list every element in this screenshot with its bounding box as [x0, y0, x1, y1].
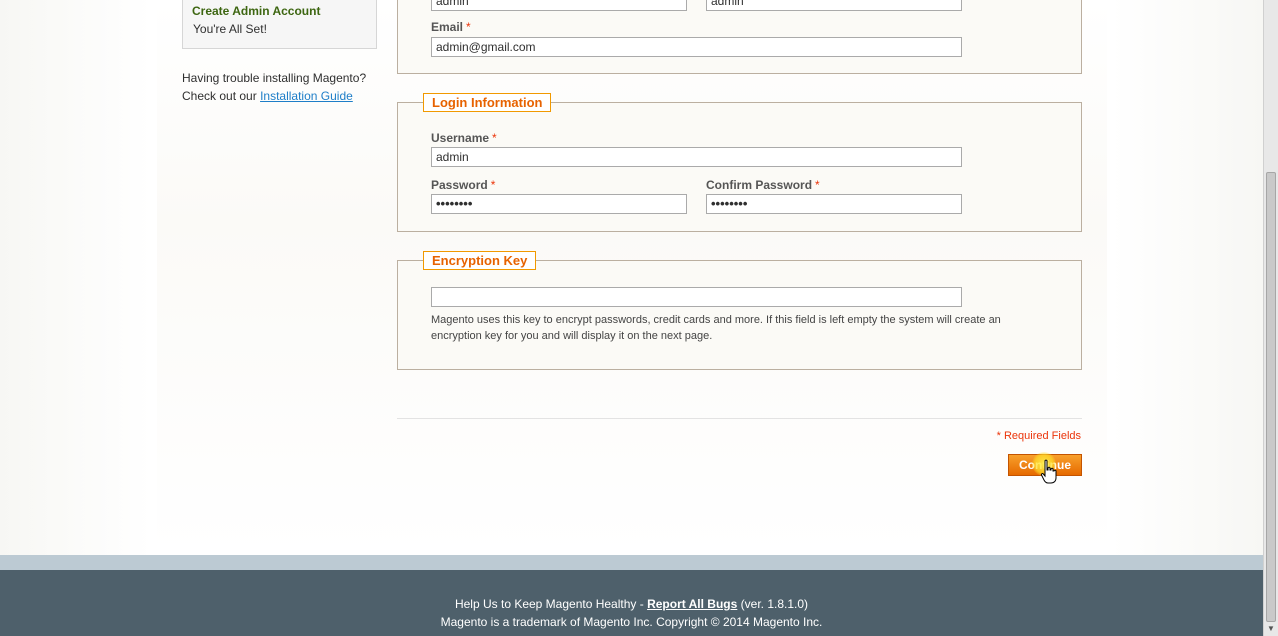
login-information-fieldset: Login Information Username * admin Passwo… [397, 93, 1082, 232]
report-bugs-link[interactable]: Report All Bugs [647, 597, 737, 611]
password-input[interactable]: •••••••• [431, 194, 687, 214]
step-all-set: You're All Set! [193, 22, 267, 36]
help-text: Having trouble installing Magento? Check… [182, 69, 382, 105]
required-marker: * [466, 20, 471, 34]
required-marker: * [492, 131, 497, 145]
encryption-key-input[interactable] [431, 287, 962, 307]
encryption-key-fieldset: Encryption Key Magento uses this key to … [397, 251, 1082, 370]
first-name-input[interactable]: admin [431, 0, 687, 11]
step-create-admin-account: Create Admin Account [192, 4, 321, 18]
password-label-text: Password [431, 178, 488, 192]
vertical-scrollbar[interactable]: ▼ [1263, 0, 1278, 636]
email-input[interactable]: admin@gmail.com [431, 37, 962, 57]
help-prefix: Check out our [182, 89, 257, 103]
help-line-2: Check out our Installation Guide [182, 87, 382, 105]
email-label-text: Email [431, 20, 464, 34]
username-input[interactable]: admin [431, 147, 962, 167]
confirm-password-input[interactable]: •••••••• [706, 194, 962, 214]
installation-guide-link[interactable]: Installation Guide [260, 89, 353, 103]
required-marker: * [815, 178, 820, 192]
footer-help-line: Help Us to Keep Magento Healthy - Report… [0, 597, 1263, 611]
footer-version: (ver. 1.8.1.0) [737, 597, 809, 611]
login-information-legend: Login Information [423, 93, 552, 112]
confirm-password-label-text: Confirm Password [706, 178, 813, 192]
email-label: Email * [431, 20, 471, 34]
required-marker: * [490, 178, 496, 192]
encryption-key-note: Magento uses this key to encrypt passwor… [431, 314, 1001, 342]
last-name-input[interactable]: admin [706, 0, 962, 11]
password-label: Password * [431, 178, 495, 192]
personal-information-fieldset: admin admin Email * admin@gmail.com [397, 0, 1082, 74]
footer-trademark: Magento is a trademark of Magento Inc. C… [440, 615, 823, 629]
encryption-key-legend: Encryption Key [423, 251, 537, 270]
confirm-password-label: Confirm Password * [706, 178, 820, 192]
username-label-text: Username [431, 131, 490, 145]
scrollbar-thumb[interactable] [1266, 172, 1276, 622]
form-divider [397, 418, 1082, 419]
required-fields-note: * Required Fields [996, 430, 1081, 442]
footer-band [0, 555, 1263, 570]
hand-pointer-icon [1040, 459, 1057, 484]
username-label: Username * [431, 131, 497, 145]
footer: Help Us to Keep Magento Healthy - Report… [0, 570, 1263, 636]
scroll-down-arrow-icon[interactable]: ▼ [1266, 624, 1276, 634]
help-line-1: Having trouble installing Magento? [182, 71, 367, 85]
footer-help-text: Help Us to Keep Magento Healthy - [454, 597, 648, 611]
